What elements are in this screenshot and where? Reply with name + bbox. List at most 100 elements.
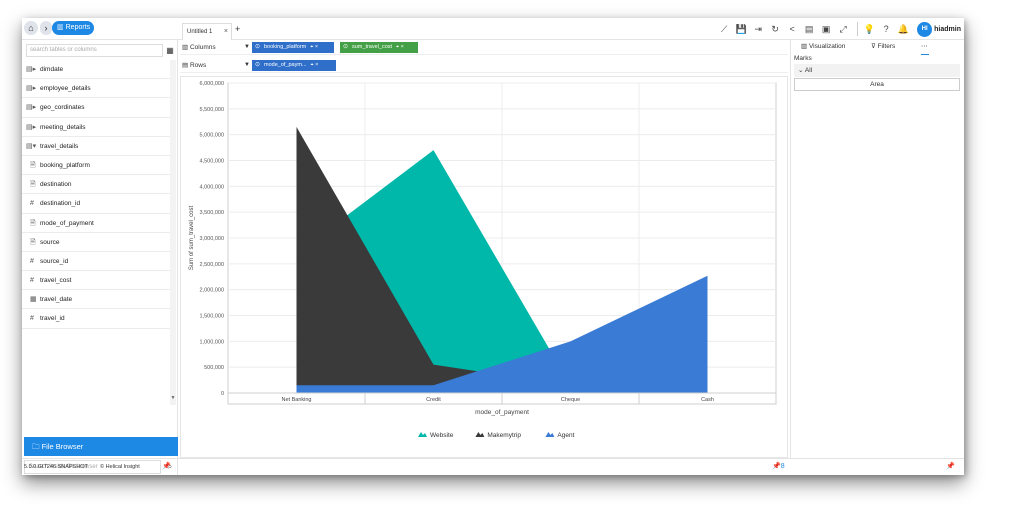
tree-item[interactable]: ▤▸ geo_cordinates — [22, 98, 172, 118]
scroll-down-icon[interactable]: ▼ — [170, 395, 176, 401]
y-tick-label: 6,000,000 — [200, 81, 224, 87]
table-icon: ▤▸ — [26, 104, 37, 112]
share-icon[interactable]: < — [785, 22, 799, 36]
tree-item[interactable]: 🗎 mode_of_payment — [22, 214, 172, 233]
bell-icon[interactable]: 🔔 — [896, 22, 910, 36]
table-icon: ▤▸ — [26, 66, 37, 73]
tree-item-label: geo_cordinates — [40, 104, 85, 112]
more-icon[interactable]: ⋯ — [921, 40, 929, 55]
tree-item[interactable]: ▤▸ dimdate — [22, 60, 172, 80]
column-icon: 🗎 — [30, 219, 36, 227]
save-icon[interactable]: 💾 — [734, 22, 748, 36]
y-tick-label: 3,500,000 — [200, 210, 224, 216]
reports-label: Reports — [65, 24, 91, 31]
avatar[interactable]: HI — [917, 21, 933, 37]
tab-close-icon[interactable]: × — [224, 24, 228, 40]
layout-icon[interactable]: ▤ — [802, 22, 816, 36]
marks-all-row[interactable]: ⌄ All — [794, 64, 960, 77]
tree-item-label: booking_platform — [40, 161, 90, 169]
export-icon[interactable]: ⇥ — [751, 22, 765, 36]
rows-text: Rows — [189, 62, 207, 69]
pill-label: booking_platform — [264, 44, 307, 50]
marks-label: Marks — [794, 55, 812, 62]
tab-visualization-label: Visualization — [808, 43, 846, 50]
rows-dropdown-icon[interactable]: ▼ — [244, 58, 250, 73]
tab-visualization[interactable]: ▥ Visualization — [801, 40, 845, 54]
pill-sum-travel-cost[interactable]: ⊙ sum_travel_cost ⌖ × — [340, 42, 418, 53]
chevron-down-icon: ⌄ — [798, 67, 805, 74]
page-indicator[interactable]: 📌8 — [772, 459, 785, 475]
columns-icon: ▥ — [182, 44, 190, 51]
page-count: 8 — [780, 463, 785, 470]
tree-item[interactable]: ▤▾ travel_details — [22, 137, 172, 156]
tree-item[interactable]: ▤▸ employee_details — [22, 79, 172, 99]
legend-swatch-makemytrip — [475, 432, 485, 437]
pill-actions[interactable]: ⌖ × — [310, 44, 318, 50]
x-tick-label: Cheque — [561, 397, 580, 403]
add-tab-button[interactable]: + — [235, 24, 240, 34]
user-name[interactable]: hiadmin — [934, 26, 961, 33]
pill-label: sum_travel_cost — [352, 44, 393, 50]
pill-actions[interactable]: ⌖ × — [396, 44, 404, 50]
chart-area: 0 500,000 1,000,000 1,500,000 2,000,000 2,500… — [180, 76, 788, 458]
mark-type-select[interactable]: Area — [794, 78, 960, 91]
pin-icon[interactable]: 📌 — [946, 459, 955, 475]
breadcrumb-arrow[interactable]: › — [40, 21, 52, 35]
properties-tabs: ▥ Visualization ⊽ Filters ⋯ — [791, 40, 964, 55]
tree-item[interactable]: ▦ travel_date — [22, 290, 172, 310]
properties-panel: ▥ Visualization ⊽ Filters ⋯ Marks ⌄ All … — [790, 40, 964, 458]
y-tick-label: 5,500,000 — [200, 107, 224, 113]
column-icon: 🗎 — [30, 238, 36, 246]
pill-label: mode_of_paym... — [264, 62, 307, 68]
tree-item[interactable]: # source_id — [22, 252, 172, 272]
tree-item-label: source — [40, 238, 60, 246]
table-icon: ▤▾ — [26, 142, 37, 150]
column-icon: # — [30, 200, 34, 208]
pin-icon: 📌 — [772, 463, 781, 470]
line-chart-icon[interactable]: ⟋ — [717, 22, 731, 36]
toolbar-divider — [857, 22, 859, 36]
pin-icon[interactable]: 📌 — [162, 459, 171, 475]
pill-actions[interactable]: ⌖ × — [311, 62, 319, 68]
tree-item[interactable]: 🗎 source — [22, 233, 172, 252]
x-tick-label: Credit — [426, 397, 441, 403]
search-tables-input[interactable]: search tables or columns — [26, 44, 163, 57]
help-icon[interactable]: ? — [879, 22, 893, 36]
refresh-icon[interactable]: ↻ — [768, 22, 782, 36]
y-tick-label: 4,000,000 — [200, 184, 224, 190]
tree-item-label: employee_details — [40, 85, 91, 93]
check-icon: ⊙ — [255, 44, 261, 50]
tab-filters[interactable]: ⊽ Filters — [871, 40, 895, 54]
pill-booking-platform[interactable]: ⊙ booking_platform ⌖ × — [252, 42, 334, 53]
tree-item[interactable]: 🗎 destination — [22, 175, 172, 195]
home-icon[interactable]: ⌂ — [24, 21, 38, 35]
table-tree: ▤▸ dimdate ▤▸ employee_details ▤▸ geo_cordina… — [22, 60, 172, 329]
columns-label: ▥ Columns — [182, 40, 250, 55]
column-icon: # — [30, 257, 34, 265]
column-icon: ▦ — [30, 296, 37, 304]
tree-item[interactable]: # travel_id — [22, 309, 172, 329]
y-tick-label: 2,000,000 — [200, 288, 224, 294]
grid-view-icon[interactable]: ▦ — [164, 44, 176, 57]
bulb-icon[interactable]: 💡 — [862, 22, 876, 36]
brand-label: © Helical Insight — [100, 459, 140, 475]
rows-label: ▤ Rows — [182, 58, 250, 73]
tree-item-label: destination — [40, 181, 72, 189]
chart-icon: ▥ — [801, 43, 809, 50]
x-tick-label: Net Banking — [282, 397, 312, 403]
tree-item[interactable]: 🗎 booking_platform — [22, 156, 172, 176]
tree-item[interactable]: # destination_id — [22, 194, 172, 214]
legend-label: Website — [430, 432, 454, 439]
pill-mode-of-payment[interactable]: ⊙ mode_of_paym... ⌖ × — [252, 60, 336, 71]
columns-dropdown-icon[interactable]: ▼ — [244, 40, 250, 55]
file-browser-button[interactable]: 🗀 File Browser — [24, 437, 178, 456]
tab-untitled[interactable]: Untitled 1 × — [182, 23, 232, 40]
tree-item[interactable]: ▤▸ meeting_details — [22, 118, 172, 137]
y-tick-label: 0 — [221, 391, 224, 397]
legend-swatch-agent — [545, 432, 555, 437]
tree-item[interactable]: # travel_cost — [22, 271, 172, 291]
fullscreen-icon[interactable]: ⤢ — [836, 22, 850, 36]
reports-breadcrumb[interactable]: ▥ Reports — [52, 21, 94, 35]
present-icon[interactable]: ▣ — [819, 22, 833, 36]
scrollbar[interactable] — [170, 60, 176, 405]
